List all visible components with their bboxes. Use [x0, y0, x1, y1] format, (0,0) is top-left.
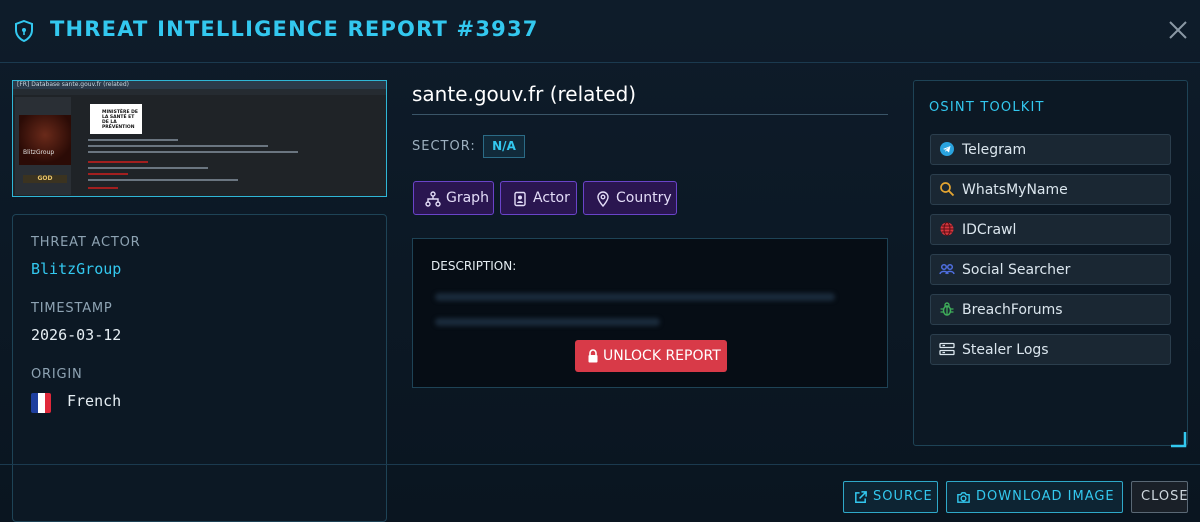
sector-label: SECTOR: [412, 139, 476, 154]
tool-social-searcher[interactable]: Social Searcher [930, 254, 1171, 285]
source-button[interactable]: SOURCE [843, 481, 938, 513]
osint-toolkit-panel: OSINT TOOLKIT Telegram WhatsMyName IDCra… [913, 80, 1188, 446]
divider [412, 114, 888, 115]
actor-button[interactable]: Actor [500, 181, 577, 215]
telegram-icon [940, 142, 954, 156]
source-label: SOURCE [873, 489, 933, 504]
close-label: CLOSE [1141, 489, 1189, 504]
preview-username: BlitzGroup [23, 149, 55, 156]
graph-button-label: Graph [446, 190, 489, 206]
modal-header: THREAT INTELLIGENCE REPORT #3937 [0, 0, 1200, 63]
tool-label: BreachForums [962, 302, 1063, 318]
modal-title: THREAT INTELLIGENCE REPORT #3937 [50, 17, 539, 41]
tool-label: IDCrawl [962, 222, 1017, 238]
unlock-report-label: UNLOCK REPORT [603, 348, 721, 364]
close-icon[interactable] [1166, 18, 1190, 42]
users-icon [939, 263, 955, 275]
description-label: DESCRIPTION: [431, 259, 517, 273]
close-button[interactable]: CLOSE [1131, 481, 1188, 513]
unlock-report-button[interactable]: UNLOCK REPORT [575, 340, 727, 372]
actor-button-label: Actor [533, 190, 570, 206]
sector-badge: N/A [483, 135, 525, 158]
camera-icon [957, 492, 970, 503]
osint-title: OSINT TOOLKIT [929, 100, 1045, 115]
country-button-label: Country [616, 190, 672, 206]
tool-telegram[interactable]: Telegram [930, 134, 1171, 165]
tool-label: WhatsMyName [962, 182, 1068, 198]
country-button[interactable]: Country [583, 181, 677, 215]
lock-icon [588, 349, 598, 363]
preview-ministry-logo: MINISTÈRE DE LA SANTÉ ET DE LA PRÉVENTIO… [90, 104, 142, 134]
france-flag-icon [31, 393, 51, 413]
origin-label: ORIGIN [31, 367, 83, 382]
tool-idcrawl[interactable]: IDCrawl [930, 214, 1171, 245]
report-modal: THREAT INTELLIGENCE REPORT #3937 [FR] Da… [0, 0, 1200, 522]
description-panel: DESCRIPTION: UNLOCK REPORT [412, 238, 888, 388]
graph-icon [425, 191, 441, 207]
globe-icon [940, 222, 954, 236]
screenshot-preview[interactable]: [FR] Database sante.gouv.fr (related) Bl… [12, 80, 387, 197]
tool-label: Telegram [962, 142, 1027, 158]
download-image-label: DOWNLOAD IMAGE [976, 489, 1115, 504]
actor-info-card: THREAT ACTOR BlitzGroup TIMESTAMP 2026-0… [12, 214, 387, 522]
tool-stealer-logs[interactable]: Stealer Logs [930, 334, 1171, 365]
terminal-icon [939, 342, 955, 356]
target-domain: sante.gouv.fr (related) [412, 82, 637, 106]
shield-icon [15, 20, 33, 42]
id-card-icon [514, 191, 526, 207]
tool-breachforums[interactable]: BreachForums [930, 294, 1171, 325]
preview-avatar [19, 115, 71, 165]
blurred-text [435, 318, 660, 326]
timestamp-value: 2026-03-12 [31, 326, 122, 344]
blurred-text [435, 293, 835, 301]
tool-whatsmyname[interactable]: WhatsMyName [930, 174, 1171, 205]
threat-actor-link[interactable]: BlitzGroup [31, 260, 121, 278]
download-image-button[interactable]: DOWNLOAD IMAGE [946, 481, 1123, 513]
graph-button[interactable]: Graph [413, 181, 494, 215]
preview-rank-badge: GOD [23, 175, 67, 183]
resize-handle-icon[interactable] [1169, 430, 1187, 448]
origin-value: French [67, 392, 122, 410]
map-pin-icon [597, 191, 609, 207]
search-icon [940, 182, 955, 197]
bug-icon [940, 302, 954, 316]
tool-label: Social Searcher [962, 262, 1071, 278]
external-link-icon [855, 491, 867, 503]
footer-divider [0, 464, 1200, 465]
tool-label: Stealer Logs [962, 342, 1049, 358]
threat-actor-label: THREAT ACTOR [31, 235, 141, 250]
timestamp-label: TIMESTAMP [31, 301, 113, 316]
preview-thread-title: [FR] Database sante.gouv.fr (related) [17, 81, 129, 88]
